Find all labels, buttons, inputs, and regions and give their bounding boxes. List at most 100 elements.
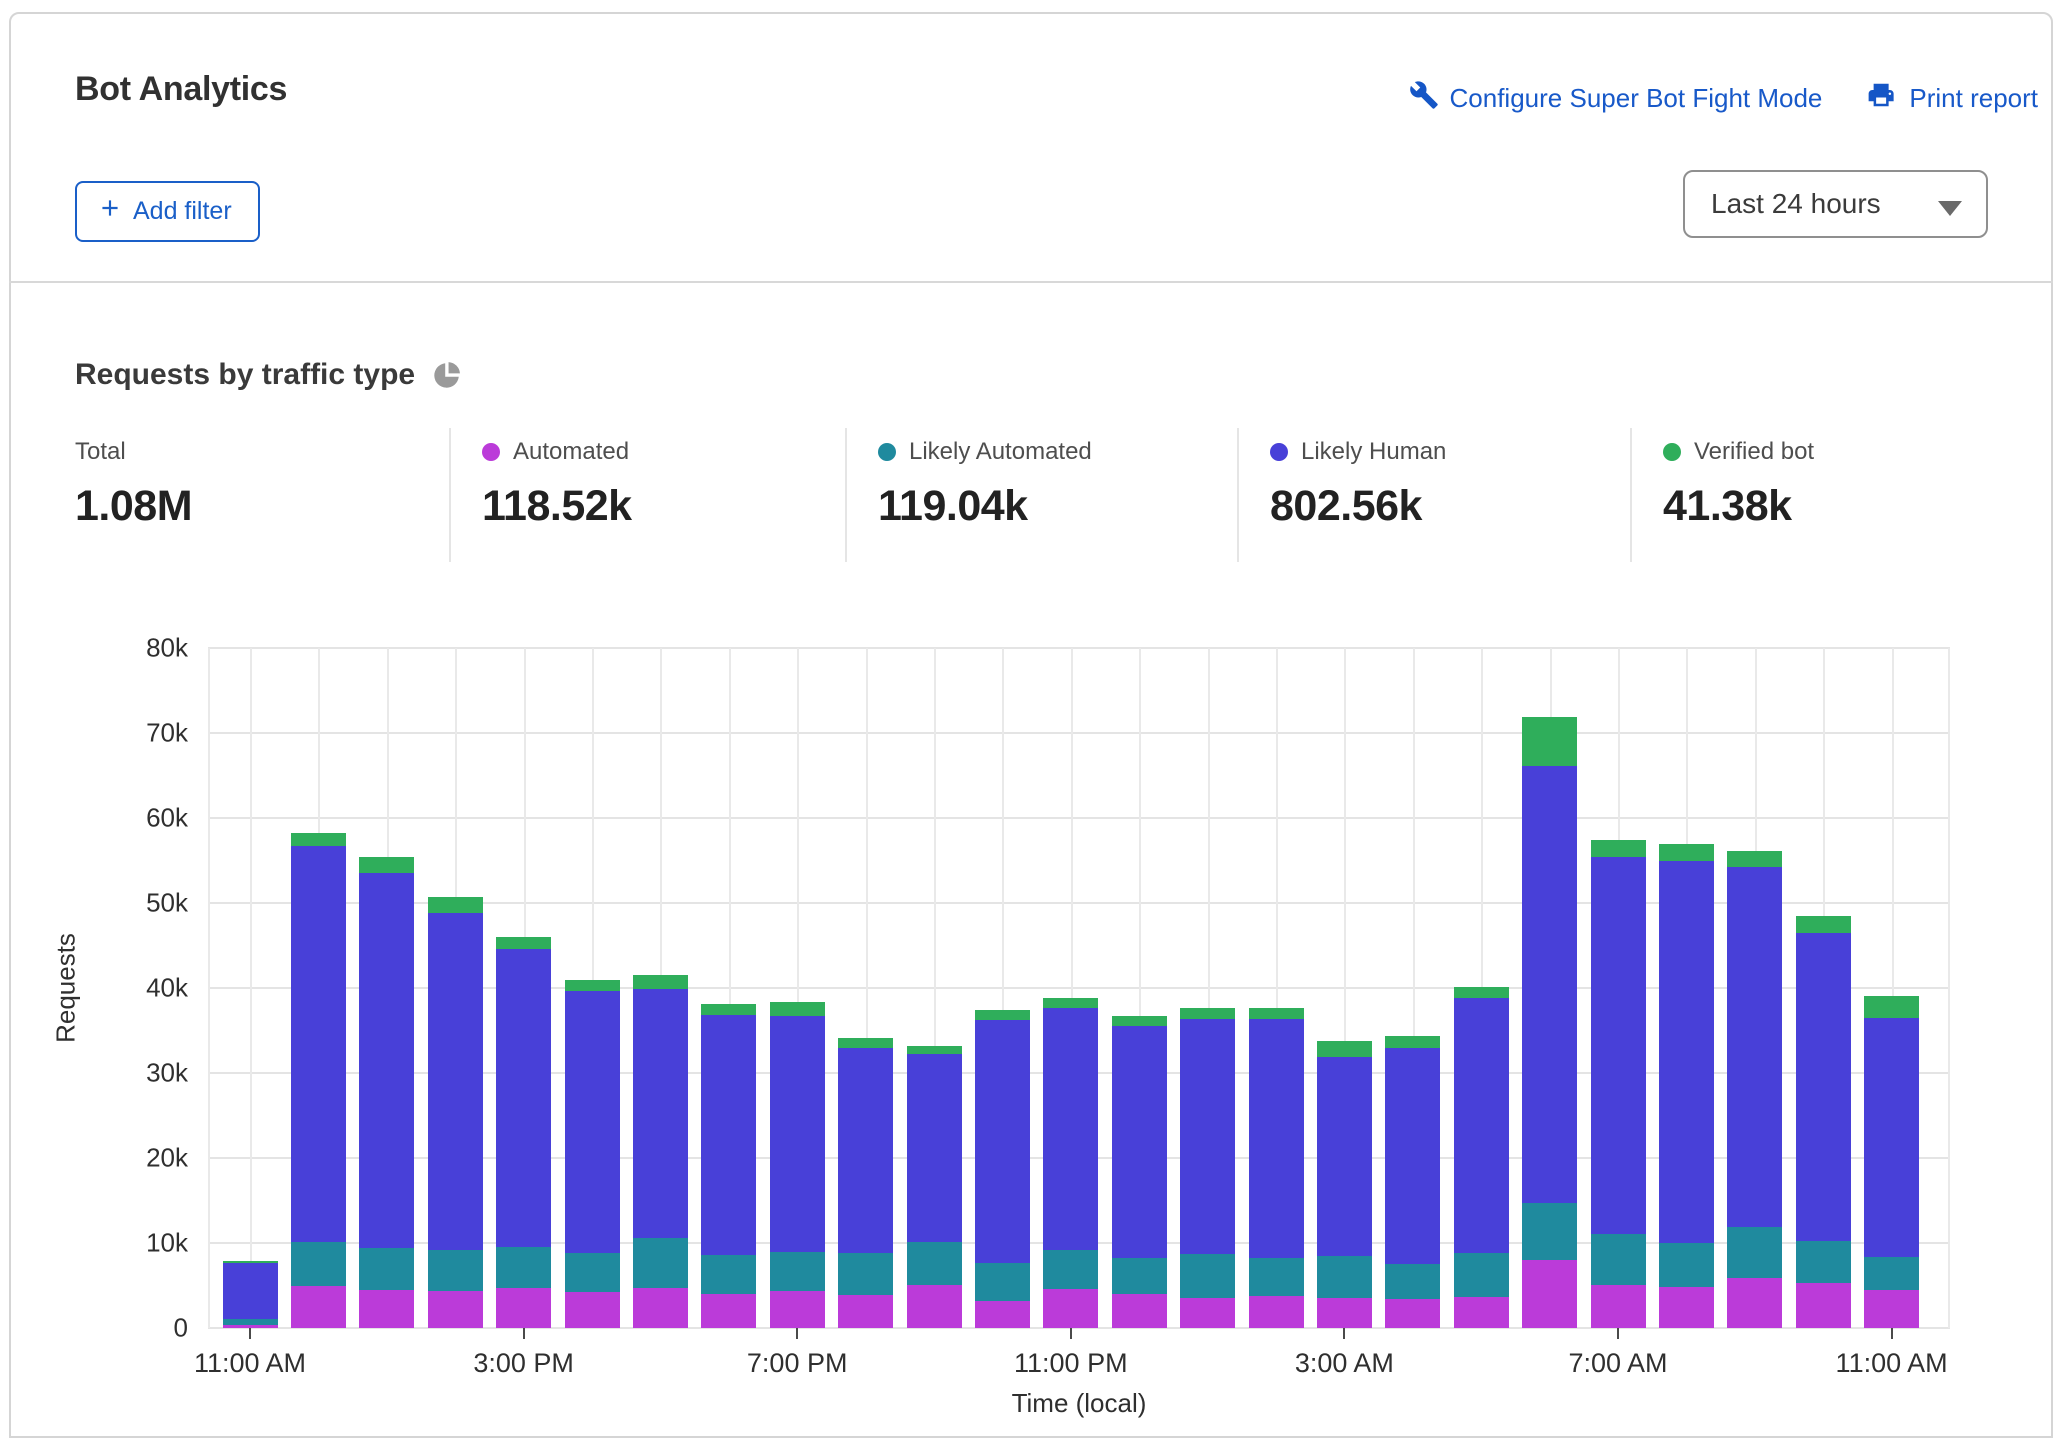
bar-segment-likely-human[interactable]: [565, 991, 620, 1253]
bar-segment-likely-automated[interactable]: [770, 1252, 825, 1290]
bar-6-00-am[interactable]: [1522, 717, 1577, 1328]
bar-segment-likely-human[interactable]: [1522, 766, 1577, 1203]
bar-8-00-pm[interactable]: [838, 1038, 893, 1328]
bar-1-00-am[interactable]: [1180, 1008, 1235, 1328]
bar-3-00-am[interactable]: [1317, 1041, 1372, 1328]
bar-segment-automated[interactable]: [359, 1290, 414, 1328]
bar-segment-likely-automated[interactable]: [838, 1253, 893, 1295]
bar-9-00-am[interactable]: [1727, 851, 1782, 1328]
bar-segment-automated[interactable]: [1385, 1299, 1440, 1328]
bar-11-00-am[interactable]: [1864, 996, 1919, 1328]
bar-11-00-pm[interactable]: [1043, 998, 1098, 1328]
bar-segment-automated[interactable]: [770, 1291, 825, 1328]
bar-11-00-am[interactable]: [223, 1261, 278, 1328]
bar-segment-automated[interactable]: [1043, 1289, 1098, 1328]
bar-1-00-pm[interactable]: [359, 857, 414, 1328]
bar-segment-verified-bot[interactable]: [291, 833, 346, 846]
bar-segment-automated[interactable]: [975, 1301, 1030, 1328]
bar-3-00-pm[interactable]: [496, 937, 551, 1328]
bar-7-00-pm[interactable]: [770, 1002, 825, 1328]
bar-segment-likely-automated[interactable]: [1796, 1241, 1851, 1283]
bar-segment-likely-human[interactable]: [1317, 1057, 1372, 1256]
bar-segment-verified-bot[interactable]: [1385, 1036, 1440, 1048]
bar-segment-automated[interactable]: [1112, 1294, 1167, 1328]
bar-segment-verified-bot[interactable]: [496, 937, 551, 949]
bar-segment-verified-bot[interactable]: [428, 897, 483, 913]
bar-segment-automated[interactable]: [701, 1294, 756, 1328]
bar-segment-likely-automated[interactable]: [1317, 1256, 1372, 1299]
bar-segment-likely-automated[interactable]: [1864, 1257, 1919, 1290]
bar-segment-verified-bot[interactable]: [565, 980, 620, 991]
bar-segment-likely-automated[interactable]: [359, 1248, 414, 1290]
bar-10-00-am[interactable]: [1796, 916, 1851, 1328]
bar-segment-likely-automated[interactable]: [223, 1319, 278, 1325]
bar-segment-verified-bot[interactable]: [1454, 987, 1509, 998]
bar-segment-automated[interactable]: [1659, 1287, 1714, 1328]
bar-6-00-pm[interactable]: [701, 1004, 756, 1328]
bar-segment-likely-human[interactable]: [1796, 933, 1851, 1242]
bar-segment-likely-human[interactable]: [701, 1015, 756, 1255]
bar-5-00-am[interactable]: [1454, 987, 1509, 1328]
bar-segment-likely-human[interactable]: [1180, 1019, 1235, 1254]
bar-segment-likely-automated[interactable]: [1591, 1234, 1646, 1285]
bar-segment-likely-automated[interactable]: [1249, 1258, 1304, 1295]
bar-segment-verified-bot[interactable]: [701, 1004, 756, 1015]
bar-12-00-pm[interactable]: [291, 833, 346, 1328]
bar-segment-verified-bot[interactable]: [223, 1261, 278, 1264]
bar-segment-likely-human[interactable]: [907, 1054, 962, 1242]
bar-segment-verified-bot[interactable]: [838, 1038, 893, 1048]
bar-segment-automated[interactable]: [1727, 1278, 1782, 1328]
bar-segment-likely-automated[interactable]: [1727, 1227, 1782, 1278]
bar-12-00-am[interactable]: [1112, 1016, 1167, 1328]
bar-segment-likely-human[interactable]: [838, 1048, 893, 1253]
bar-segment-automated[interactable]: [428, 1291, 483, 1328]
bar-segment-verified-bot[interactable]: [1180, 1008, 1235, 1018]
bar-5-00-pm[interactable]: [633, 975, 688, 1328]
bar-segment-automated[interactable]: [907, 1285, 962, 1328]
bar-segment-verified-bot[interactable]: [359, 857, 414, 873]
bar-segment-likely-automated[interactable]: [1112, 1258, 1167, 1294]
bar-segment-likely-automated[interactable]: [1043, 1250, 1098, 1289]
bar-segment-likely-human[interactable]: [770, 1016, 825, 1252]
bar-segment-verified-bot[interactable]: [975, 1010, 1030, 1020]
bar-segment-verified-bot[interactable]: [1112, 1016, 1167, 1026]
bar-segment-verified-bot[interactable]: [1317, 1041, 1372, 1057]
bar-9-00-pm[interactable]: [907, 1046, 962, 1328]
bar-10-00-pm[interactable]: [975, 1010, 1030, 1328]
bar-segment-verified-bot[interactable]: [907, 1046, 962, 1055]
bar-segment-verified-bot[interactable]: [1659, 844, 1714, 862]
bar-segment-verified-bot[interactable]: [1043, 998, 1098, 1008]
time-range-select[interactable]: Last 24 hours: [1683, 170, 1988, 238]
bar-segment-automated[interactable]: [565, 1292, 620, 1328]
bar-segment-likely-human[interactable]: [1043, 1008, 1098, 1249]
bar-segment-likely-automated[interactable]: [1454, 1253, 1509, 1297]
bar-segment-automated[interactable]: [1180, 1298, 1235, 1328]
bar-segment-verified-bot[interactable]: [1522, 717, 1577, 766]
bar-segment-verified-bot[interactable]: [1727, 851, 1782, 867]
bar-segment-likely-human[interactable]: [359, 873, 414, 1248]
bar-4-00-am[interactable]: [1385, 1036, 1440, 1328]
bar-segment-likely-human[interactable]: [633, 989, 688, 1238]
bar-segment-automated[interactable]: [291, 1286, 346, 1329]
add-filter-button[interactable]: Add filter: [75, 181, 260, 242]
bar-segment-automated[interactable]: [1249, 1296, 1304, 1328]
bar-2-00-am[interactable]: [1249, 1008, 1304, 1328]
bar-segment-likely-automated[interactable]: [633, 1238, 688, 1288]
bar-segment-automated[interactable]: [1864, 1290, 1919, 1328]
bar-segment-likely-human[interactable]: [1385, 1048, 1440, 1265]
bar-segment-likely-automated[interactable]: [701, 1255, 756, 1294]
bar-segment-automated[interactable]: [1454, 1297, 1509, 1328]
bar-segment-automated[interactable]: [633, 1288, 688, 1328]
bar-8-00-am[interactable]: [1659, 844, 1714, 1329]
bar-segment-likely-human[interactable]: [1659, 861, 1714, 1243]
bar-segment-likely-automated[interactable]: [1385, 1264, 1440, 1299]
bar-segment-automated[interactable]: [1317, 1298, 1372, 1328]
bar-segment-automated[interactable]: [838, 1295, 893, 1328]
bar-segment-automated[interactable]: [496, 1288, 551, 1328]
bar-segment-verified-bot[interactable]: [1796, 916, 1851, 933]
bar-segment-likely-human[interactable]: [428, 913, 483, 1250]
bar-segment-likely-human[interactable]: [1591, 857, 1646, 1234]
configure-super-bot-fight-mode-link[interactable]: Configure Super Bot Fight Mode: [1409, 80, 1823, 117]
bar-segment-automated[interactable]: [1796, 1283, 1851, 1328]
bar-2-00-pm[interactable]: [428, 897, 483, 1328]
